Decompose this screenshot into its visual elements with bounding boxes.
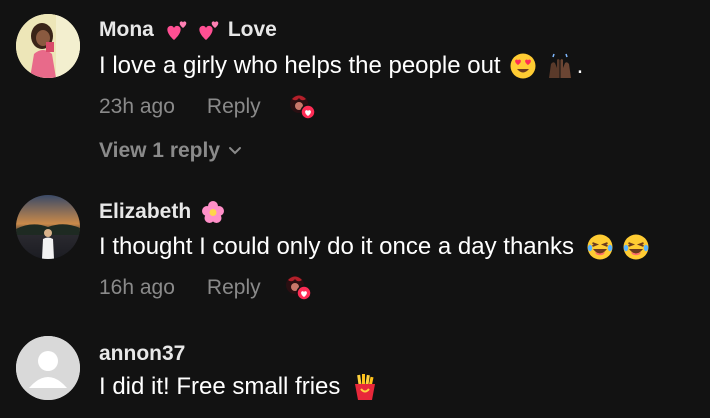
username-text: annon37: [99, 342, 186, 365]
comment-body: I thought I could only do it once a day …: [99, 233, 574, 260]
two-hearts-icon: [167, 21, 187, 40]
heart-eyes-icon: [510, 53, 536, 79]
comment-username[interactable]: Mona Love: [99, 18, 277, 42]
two-hearts-icon: [199, 21, 219, 40]
chevron-down-icon: [229, 147, 242, 155]
comment-body: I did it! Free small fries: [99, 373, 341, 400]
raised-hands-icon: [548, 53, 571, 78]
comment-meta: 23h ago Reply: [99, 93, 317, 121]
comment-time: 23h ago: [99, 95, 175, 118]
comment-item: Elizabeth I thought I could only do it o…: [0, 180, 710, 320]
creator-liked-badge: [283, 274, 313, 302]
comment-username[interactable]: Elizabeth: [99, 200, 225, 224]
comment-text: I love a girly who helps the people out …: [99, 52, 583, 80]
username-text: Mona: [99, 18, 154, 41]
avatar[interactable]: [16, 14, 80, 78]
reply-button[interactable]: Reply: [207, 276, 261, 300]
default-avatar-icon: [16, 336, 80, 400]
avatar[interactable]: [16, 195, 80, 259]
fries-icon: [355, 374, 376, 400]
username-suffix: Love: [227, 18, 277, 41]
creator-liked-badge: [287, 93, 317, 121]
comment-text: I thought I could only do it once a day …: [99, 233, 650, 261]
creator-avatar-icon: [289, 95, 316, 120]
reply-button[interactable]: Reply: [207, 95, 261, 119]
avatar[interactable]: [16, 336, 80, 400]
comment-meta: 16h ago Reply: [99, 274, 313, 302]
comment-item: Mona Love I love a girly who helps the p…: [0, 0, 710, 180]
comment-trailing: .: [576, 52, 584, 79]
comment-time: 16h ago: [99, 276, 175, 299]
comment-username[interactable]: annon37: [99, 342, 185, 366]
creator-avatar-icon: [285, 276, 312, 301]
comments-panel: Mona Love I love a girly who helps the p…: [0, 0, 710, 418]
username-text: Elizabeth: [99, 200, 192, 223]
view-replies-button[interactable]: View 1 reply: [99, 139, 242, 163]
laughing-icon: [587, 234, 613, 260]
comment-body: I love a girly who helps the people out: [99, 52, 501, 79]
comment-item: annon37 I did it! Free small fries: [0, 320, 710, 418]
laughing-icon: [623, 234, 649, 260]
flower-icon: [202, 201, 225, 223]
comment-text: I did it! Free small fries: [99, 373, 378, 401]
view-replies-label: View 1 reply: [99, 139, 221, 162]
